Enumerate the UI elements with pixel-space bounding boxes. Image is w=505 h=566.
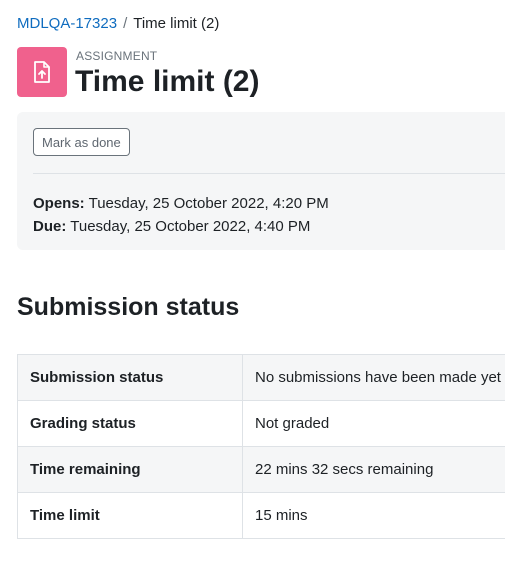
breadcrumb-course-link[interactable]: MDLQA-17323 bbox=[17, 15, 117, 32]
opens-value: Tuesday, 25 October 2022, 4:20 PM bbox=[88, 195, 329, 212]
row-label: Time limit bbox=[17, 492, 243, 539]
opens-date-row: Opens: Tuesday, 25 October 2022, 4:20 PM bbox=[33, 192, 329, 215]
file-upload-icon bbox=[34, 61, 50, 83]
row-label: Submission status bbox=[17, 354, 243, 401]
submission-status-table: Submission status No submissions have be… bbox=[17, 354, 505, 539]
row-value: 22 mins 32 secs remaining bbox=[242, 446, 505, 493]
activity-dates: Opens: Tuesday, 25 October 2022, 4:20 PM… bbox=[33, 192, 329, 238]
row-label: Time remaining bbox=[17, 446, 243, 493]
row-value: No submissions have been made yet bbox=[242, 354, 505, 401]
breadcrumb-current: Time limit (2) bbox=[133, 15, 220, 32]
table-row: Submission status No submissions have be… bbox=[17, 354, 505, 401]
due-label: Due: bbox=[33, 218, 67, 235]
assignment-upload-icon bbox=[17, 47, 67, 97]
page-title: Time limit (2) bbox=[75, 65, 260, 98]
table-row: Time limit 15 mins bbox=[17, 492, 505, 539]
row-label: Grading status bbox=[17, 400, 243, 447]
mark-as-done-button[interactable]: Mark as done bbox=[33, 128, 130, 156]
submission-status-heading: Submission status bbox=[17, 293, 240, 321]
breadcrumb: MDLQA-17323 / Time limit (2) bbox=[17, 14, 219, 34]
opens-label: Opens: bbox=[33, 195, 85, 212]
module-type-label: ASSIGNMENT bbox=[76, 49, 158, 63]
activity-header-panel: Mark as done Opens: Tuesday, 25 October … bbox=[17, 112, 505, 250]
row-value: Not graded bbox=[242, 400, 505, 447]
row-value: 15 mins bbox=[242, 492, 505, 539]
breadcrumb-separator: / bbox=[123, 15, 128, 32]
due-value: Tuesday, 25 October 2022, 4:40 PM bbox=[70, 218, 311, 235]
table-row: Grading status Not graded bbox=[17, 400, 505, 447]
due-date-row: Due: Tuesday, 25 October 2022, 4:40 PM bbox=[33, 215, 329, 238]
table-row: Time remaining 22 mins 32 secs remaining bbox=[17, 446, 505, 493]
divider bbox=[33, 173, 505, 174]
